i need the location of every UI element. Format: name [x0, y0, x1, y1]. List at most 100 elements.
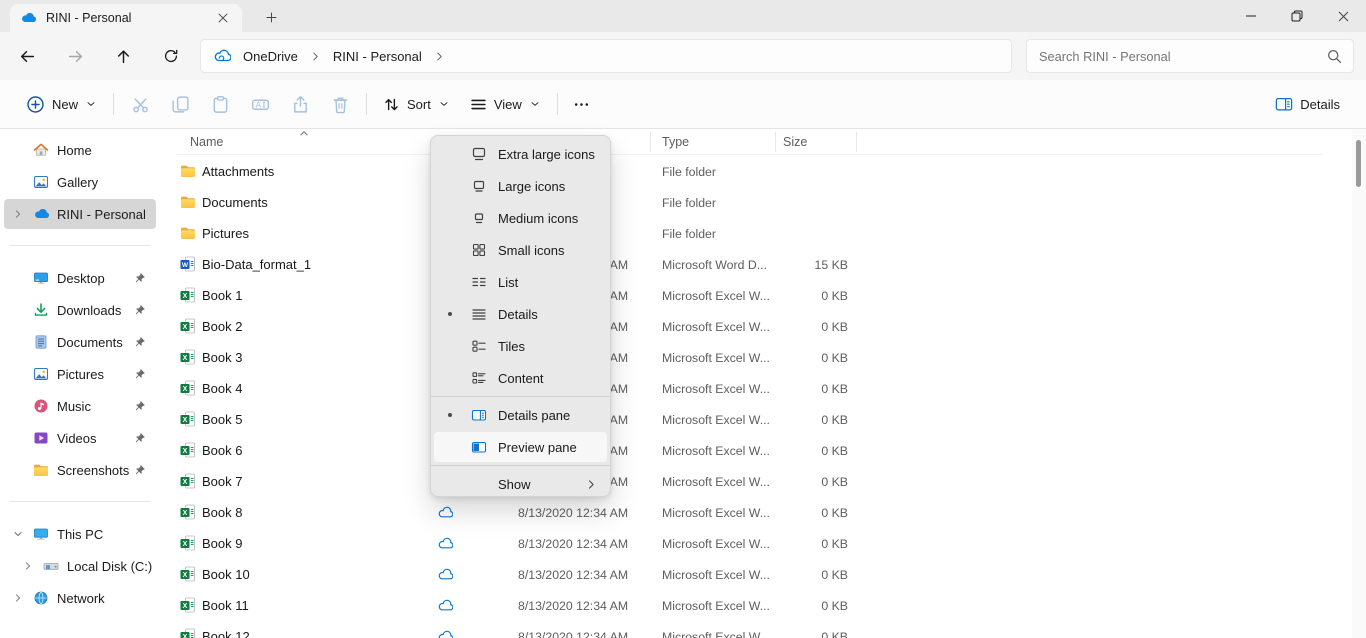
sort-button[interactable]: Sort: [373, 86, 460, 122]
menu-item-preview-pane[interactable]: Preview pane: [431, 431, 610, 463]
sidebar-item-videos[interactable]: Videos: [4, 423, 156, 453]
minimize-button[interactable]: [1228, 0, 1274, 32]
column-header-type[interactable]: Type: [662, 135, 689, 149]
sidebar-item-music[interactable]: Music: [4, 391, 156, 421]
copy-button[interactable]: [160, 86, 200, 122]
breadcrumb-onedrive[interactable]: OneDrive: [239, 47, 302, 66]
up-button[interactable]: [107, 40, 139, 72]
menu-item-medium-icons[interactable]: Medium icons: [431, 202, 610, 234]
toolbar-divider: [366, 93, 367, 115]
file-name: Book 11: [202, 598, 249, 613]
rename-button[interactable]: [240, 86, 280, 122]
sidebar-item-desktop[interactable]: Desktop: [4, 263, 156, 293]
file-row[interactable]: Book 8 8/13/2020 12:34 AM Microsoft Exce…: [170, 497, 870, 528]
column-divider[interactable]: [856, 132, 857, 152]
file-type: File folder: [662, 196, 716, 210]
file-type: File folder: [662, 165, 716, 179]
home-icon: [33, 142, 49, 158]
chevron-down-icon[interactable]: [13, 529, 23, 539]
chevron-right-icon[interactable]: [23, 561, 33, 571]
file-type: File folder: [662, 227, 716, 241]
explorer-tab[interactable]: RINI - Personal: [10, 4, 242, 32]
drive-icon: [43, 558, 59, 574]
sidebar-item-local-disk-c[interactable]: Local Disk (C:): [4, 551, 156, 581]
view-button[interactable]: View: [460, 86, 551, 122]
menu-item-details-pane[interactable]: Details pane: [431, 399, 610, 431]
onedrive-icon: [33, 206, 49, 222]
tiles-view-icon: [471, 338, 487, 354]
paste-button[interactable]: [200, 86, 240, 122]
chevron-right-icon[interactable]: [13, 209, 23, 219]
refresh-button[interactable]: [155, 40, 187, 72]
menu-item-label: Large icons: [498, 179, 565, 194]
new-button[interactable]: New: [16, 86, 107, 122]
new-tab-button[interactable]: [260, 6, 282, 28]
menu-item-tiles[interactable]: Tiles: [431, 330, 610, 362]
sidebar-item-downloads[interactable]: Downloads: [4, 295, 156, 325]
folder-icon: [180, 163, 196, 179]
menu-item-extra-large-icons[interactable]: Extra large icons: [431, 138, 610, 170]
sidebar-item-gallery[interactable]: Gallery: [4, 167, 156, 197]
details-pane-icon: [471, 407, 487, 423]
scrollbar-thumb[interactable]: [1356, 140, 1361, 187]
file-name: Book 2: [202, 319, 242, 334]
file-size: 0 KB: [730, 506, 848, 520]
menu-item-small-icons[interactable]: Small icons: [431, 234, 610, 266]
small-icons-icon: [471, 242, 487, 258]
chevron-right-icon[interactable]: [434, 51, 445, 62]
file-size: 0 KB: [730, 444, 848, 458]
content-view-icon: [471, 370, 487, 386]
back-button[interactable]: [11, 40, 43, 72]
plus-icon: [265, 11, 278, 24]
sidebar-item-documents[interactable]: Documents: [4, 327, 156, 357]
menu-item-show[interactable]: Show: [431, 468, 610, 500]
pin-icon: [134, 272, 146, 284]
sidebar-item-network[interactable]: Network: [4, 583, 156, 613]
breadcrumb-current[interactable]: RINI - Personal: [329, 47, 426, 66]
onedrive-tab-icon: [20, 10, 36, 26]
address-bar[interactable]: OneDrive RINI - Personal: [200, 39, 1012, 73]
maximize-button[interactable]: [1274, 0, 1320, 32]
column-header-name[interactable]: Name: [190, 135, 223, 149]
excel-file-icon: [180, 566, 196, 582]
tab-close-icon[interactable]: [214, 9, 232, 27]
file-row[interactable]: Book 11 8/13/2020 12:34 AM Microsoft Exc…: [170, 590, 870, 621]
file-row[interactable]: Book 9 8/13/2020 12:34 AM Microsoft Exce…: [170, 528, 870, 559]
file-row[interactable]: Book 10 8/13/2020 12:34 AM Microsoft Exc…: [170, 559, 870, 590]
forward-button[interactable]: [59, 40, 91, 72]
preview-pane-icon: [471, 439, 487, 455]
sidebar-item-this-pc[interactable]: This PC: [4, 519, 156, 549]
sort-label: Sort: [407, 97, 431, 112]
selected-bullet: [448, 312, 452, 316]
column-header-size[interactable]: Size: [783, 135, 807, 149]
chevron-right-icon[interactable]: [310, 51, 321, 62]
sidebar-item-label: Network: [57, 591, 105, 606]
cloud-status-icon: [437, 536, 453, 552]
sidebar-item-screenshots[interactable]: Screenshots: [4, 455, 156, 485]
share-button[interactable]: [280, 86, 320, 122]
chevron-right-icon[interactable]: [13, 593, 23, 603]
file-row[interactable]: Book 12 8/13/2020 12:34 AM Microsoft Exc…: [170, 621, 870, 638]
menu-item-details[interactable]: Details: [431, 298, 610, 330]
details-pane-toggle-button[interactable]: Details: [1265, 86, 1350, 122]
pin-icon: [134, 400, 146, 412]
sidebar-item-pictures[interactable]: Pictures: [4, 359, 156, 389]
delete-button[interactable]: [320, 86, 360, 122]
column-divider[interactable]: [775, 132, 776, 152]
menu-item-content[interactable]: Content: [431, 362, 610, 394]
sidebar-item-onedrive[interactable]: RINI - Personal: [4, 199, 156, 229]
column-divider[interactable]: [650, 132, 651, 152]
excel-file-icon: [180, 380, 196, 396]
close-button[interactable]: [1320, 0, 1366, 32]
menu-item-list[interactable]: List: [431, 266, 610, 298]
search-icon: [1326, 48, 1343, 65]
search-input[interactable]: Search RINI - Personal: [1026, 39, 1354, 73]
folder-icon: [180, 225, 196, 241]
sidebar-item-home[interactable]: Home: [4, 135, 156, 165]
more-options-button[interactable]: [564, 86, 600, 122]
folder-icon: [33, 462, 49, 478]
vertical-scrollbar[interactable]: [1352, 129, 1366, 638]
menu-item-large-icons[interactable]: Large icons: [431, 170, 610, 202]
search-placeholder: Search RINI - Personal: [1039, 49, 1171, 64]
cut-button[interactable]: [120, 86, 160, 122]
